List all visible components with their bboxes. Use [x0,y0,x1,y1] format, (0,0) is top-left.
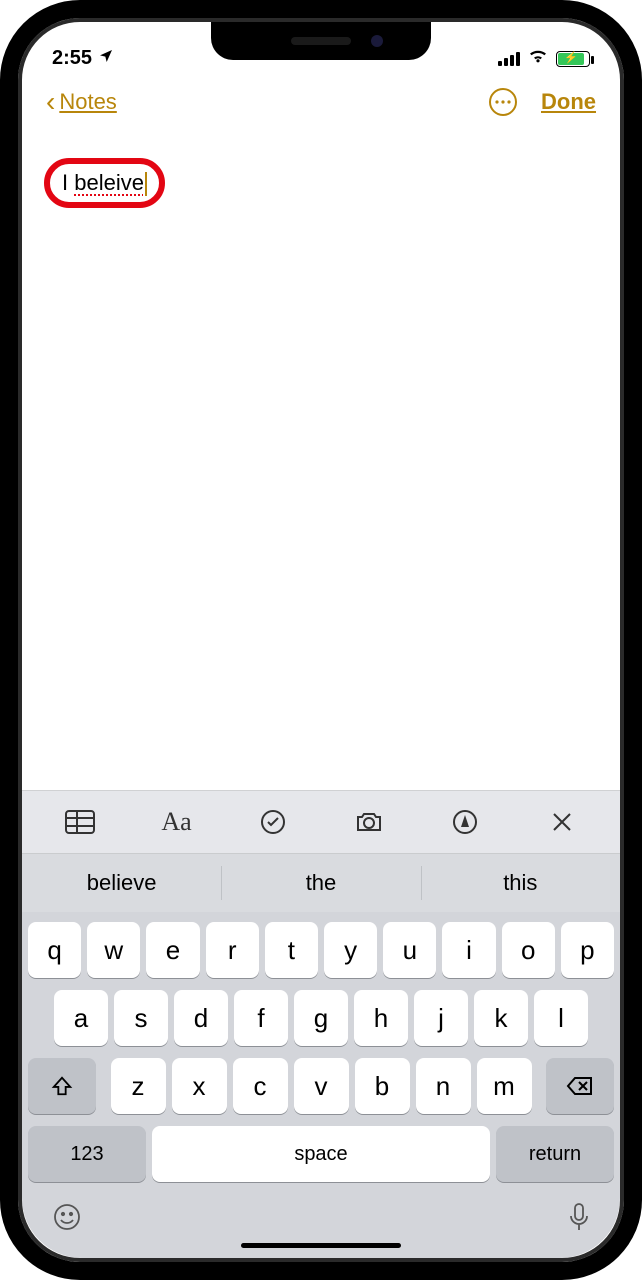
chevron-left-icon: ‹ [46,86,55,118]
battery-charging-icon: ⚡ [556,51,590,67]
camera-button[interactable] [347,800,391,844]
emoji-key[interactable] [52,1202,82,1237]
checklist-button[interactable] [251,800,295,844]
key-l[interactable]: l [534,990,588,1046]
key-o[interactable]: o [502,922,555,978]
key-r[interactable]: r [206,922,259,978]
wifi-icon [528,47,548,70]
key-w[interactable]: w [87,922,140,978]
navigation-bar: ‹ Notes Done [22,72,620,132]
key-z[interactable]: z [111,1058,166,1114]
note-text[interactable]: I beleive [62,170,147,195]
backspace-key[interactable] [546,1058,614,1114]
key-s[interactable]: s [114,990,168,1046]
suggestion-2[interactable]: the [221,854,420,912]
text-cursor [145,172,147,196]
key-f[interactable]: f [234,990,288,1046]
key-i[interactable]: i [442,922,495,978]
shift-key[interactable] [28,1058,96,1114]
key-c[interactable]: c [233,1058,288,1114]
close-toolbar-button[interactable] [540,800,584,844]
key-g[interactable]: g [294,990,348,1046]
key-h[interactable]: h [354,990,408,1046]
key-b[interactable]: b [355,1058,410,1114]
dictation-key[interactable] [568,1202,590,1237]
notes-format-toolbar: Aa [22,790,620,854]
back-label: Notes [59,89,116,115]
key-k[interactable]: k [474,990,528,1046]
text-format-button[interactable]: Aa [154,800,198,844]
annotation-highlight: I beleive [44,158,165,208]
predictive-text-bar: believe the this [22,854,620,912]
key-q[interactable]: q [28,922,81,978]
key-x[interactable]: x [172,1058,227,1114]
status-time: 2:55 [52,47,92,70]
markup-button[interactable] [443,800,487,844]
key-u[interactable]: u [383,922,436,978]
note-editor[interactable]: I beleive [22,132,620,234]
misspelled-word[interactable]: beleive [74,170,144,195]
table-button[interactable] [58,800,102,844]
key-d[interactable]: d [174,990,228,1046]
numbers-key[interactable]: 123 [28,1126,146,1182]
key-m[interactable]: m [477,1058,532,1114]
key-p[interactable]: p [561,922,614,978]
key-e[interactable]: e [146,922,199,978]
more-options-button[interactable] [489,88,517,116]
done-button[interactable]: Done [541,89,596,115]
key-y[interactable]: y [324,922,377,978]
home-indicator[interactable] [241,1243,401,1248]
suggestion-3[interactable]: this [421,854,620,912]
space-key[interactable]: space [152,1126,490,1182]
key-v[interactable]: v [294,1058,349,1114]
key-n[interactable]: n [416,1058,471,1114]
return-key[interactable]: return [496,1126,614,1182]
keyboard-area: Aa believe the this qwertyuiop asdfghjkl [22,790,620,1258]
key-a[interactable]: a [54,990,108,1046]
suggestion-1[interactable]: believe [22,854,221,912]
back-button[interactable]: ‹ Notes [46,86,117,118]
device-notch [211,22,431,60]
cellular-signal-icon [498,52,520,66]
key-t[interactable]: t [265,922,318,978]
location-services-icon [98,47,114,70]
keyboard: qwertyuiop asdfghjkl zxcvbnm 123 space r… [22,912,620,1188]
key-j[interactable]: j [414,990,468,1046]
